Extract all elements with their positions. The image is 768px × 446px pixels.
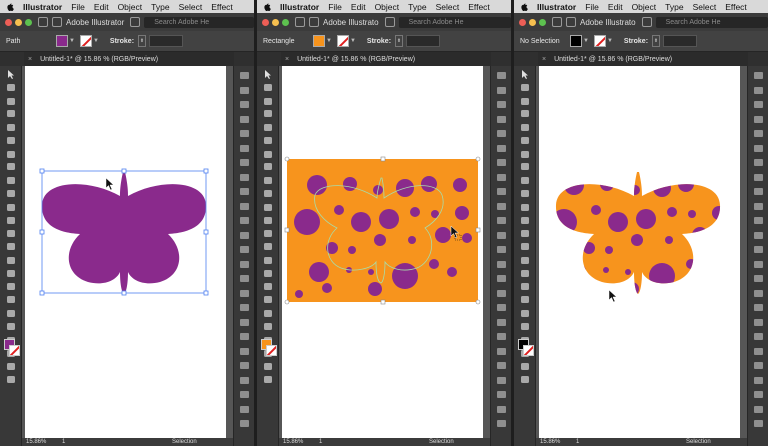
- butterfly-shape-purple[interactable]: [41, 172, 207, 294]
- screen-panel-path-selected: Illustrator File Edit Object Type Select…: [0, 0, 254, 446]
- cursor-arrow-icon: [105, 177, 115, 191]
- artwork-layer: [284, 156, 481, 305]
- screen-panel-rectangle-selected: Illustrator File Edit Object Type Select…: [257, 0, 511, 446]
- cursor-arrow-icon: [608, 289, 618, 303]
- artwork-layer: [544, 160, 734, 303]
- screen-panel-no-selection: Illustrator File Edit Object Type Select…: [514, 0, 768, 446]
- butterfly-shape-orange-dotted[interactable]: [544, 160, 734, 300]
- artwork-layer: [39, 168, 209, 296]
